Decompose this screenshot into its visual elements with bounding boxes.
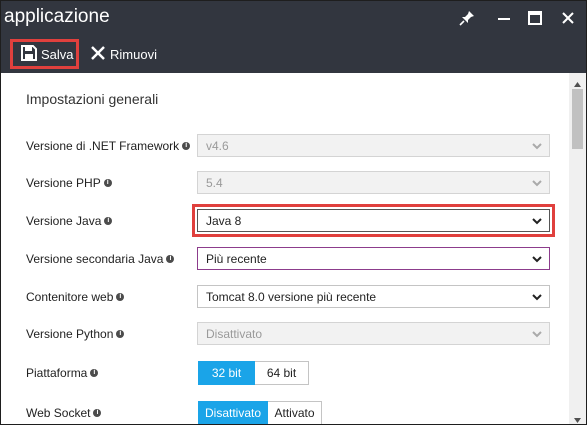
info-icon[interactable]: i — [116, 293, 125, 301]
setting-row-platform: Piattaforma i 32 bit 64 bit — [1, 359, 569, 389]
php-version-value: 5.4 — [206, 175, 223, 190]
app-window: applicazione Salva Rimuovi Impostazioni … — [0, 0, 587, 425]
chevron-down-icon — [531, 328, 543, 340]
websocket-toggle: Disattivato Attivato — [198, 401, 322, 424]
net-framework-label: Versione di .NET Framework — [26, 139, 180, 153]
info-icon[interactable]: i — [104, 217, 113, 225]
info-icon[interactable]: i — [166, 255, 175, 263]
setting-row-java-minor: Versione secondaria Java i Più recente — [1, 245, 569, 275]
chevron-down-icon — [531, 253, 543, 265]
info-icon[interactable]: i — [90, 369, 99, 377]
scroll-down-icon[interactable] — [573, 412, 582, 423]
chevron-down-icon — [531, 215, 543, 227]
python-version-value: Disattivato — [206, 326, 263, 341]
net-framework-value: v4.6 — [206, 138, 229, 153]
window-title: applicazione — [4, 6, 110, 27]
setting-row-java: Versione Java i Java 8 — [1, 204, 569, 237]
floppy-disk-icon — [21, 44, 41, 64]
close-icon[interactable] — [557, 7, 579, 29]
java-label: Versione Java — [26, 214, 102, 228]
setting-row-net-framework: Versione di .NET Framework i v4.6 — [1, 132, 569, 162]
info-icon[interactable]: i — [103, 179, 112, 187]
remove-button[interactable]: Rimuovi — [90, 39, 157, 69]
web-container-value: Tomcat 8.0 versione più recente — [206, 289, 377, 304]
web-container-label: Contenitore web — [26, 290, 114, 304]
chevron-down-icon — [531, 140, 543, 152]
python-version-select: Disattivato — [197, 322, 550, 345]
websocket-option-on[interactable]: Attivato — [268, 401, 322, 424]
setting-row-websocket: Web Socket i Disattivato Attivato — [1, 399, 569, 424]
websocket-option-off[interactable]: Disattivato — [198, 401, 268, 424]
info-icon[interactable]: i — [93, 409, 102, 417]
platform-option-64bit[interactable]: 64 bit — [255, 361, 309, 385]
remove-label: Rimuovi — [110, 46, 157, 62]
php-label: Versione PHP — [26, 176, 101, 190]
vertical-scrollbar[interactable] — [569, 73, 586, 424]
save-label: Salva — [41, 46, 74, 62]
command-bar: Salva Rimuovi — [1, 35, 586, 73]
minimize-icon[interactable] — [493, 7, 515, 29]
platform-label: Piattaforma — [26, 366, 88, 380]
scroll-up-icon[interactable] — [573, 76, 582, 87]
info-icon[interactable]: i — [116, 330, 125, 338]
chevron-down-icon — [531, 177, 543, 189]
java-version-select[interactable]: Java 8 — [197, 209, 550, 232]
setting-row-php: Versione PHP i 5.4 — [1, 169, 569, 199]
setting-row-web-container: Contenitore web i Tomcat 8.0 versione più… — [1, 283, 569, 313]
java-minor-version-select[interactable]: Più recente — [197, 247, 550, 270]
chevron-down-icon — [531, 291, 543, 303]
settings-panel: Impostazioni generali Versione di .NET F… — [1, 73, 569, 424]
platform-option-32bit[interactable]: 32 bit — [198, 361, 255, 385]
pin-icon[interactable] — [456, 7, 478, 29]
websocket-label: Web Socket — [26, 406, 91, 420]
setting-row-python: Versione Python i Disattivato — [1, 320, 569, 350]
net-framework-select: v4.6 — [197, 134, 550, 157]
platform-toggle: 32 bit 64 bit — [198, 361, 309, 385]
x-icon — [90, 45, 110, 64]
scrollbar-thumb[interactable] — [572, 89, 583, 149]
web-container-select[interactable]: Tomcat 8.0 versione più recente — [197, 285, 550, 308]
java-minor-value: Più recente — [206, 251, 267, 266]
title-bar: applicazione — [1, 1, 586, 35]
python-label: Versione Python — [26, 327, 114, 341]
java-minor-label: Versione secondaria Java — [26, 252, 164, 266]
save-button[interactable]: Salva — [10, 39, 79, 69]
info-icon[interactable]: i — [182, 142, 191, 150]
maximize-icon[interactable] — [524, 7, 546, 29]
java-version-value: Java 8 — [206, 213, 242, 228]
php-version-select: 5.4 — [197, 171, 550, 194]
section-title: Impostazioni generali — [26, 91, 159, 107]
